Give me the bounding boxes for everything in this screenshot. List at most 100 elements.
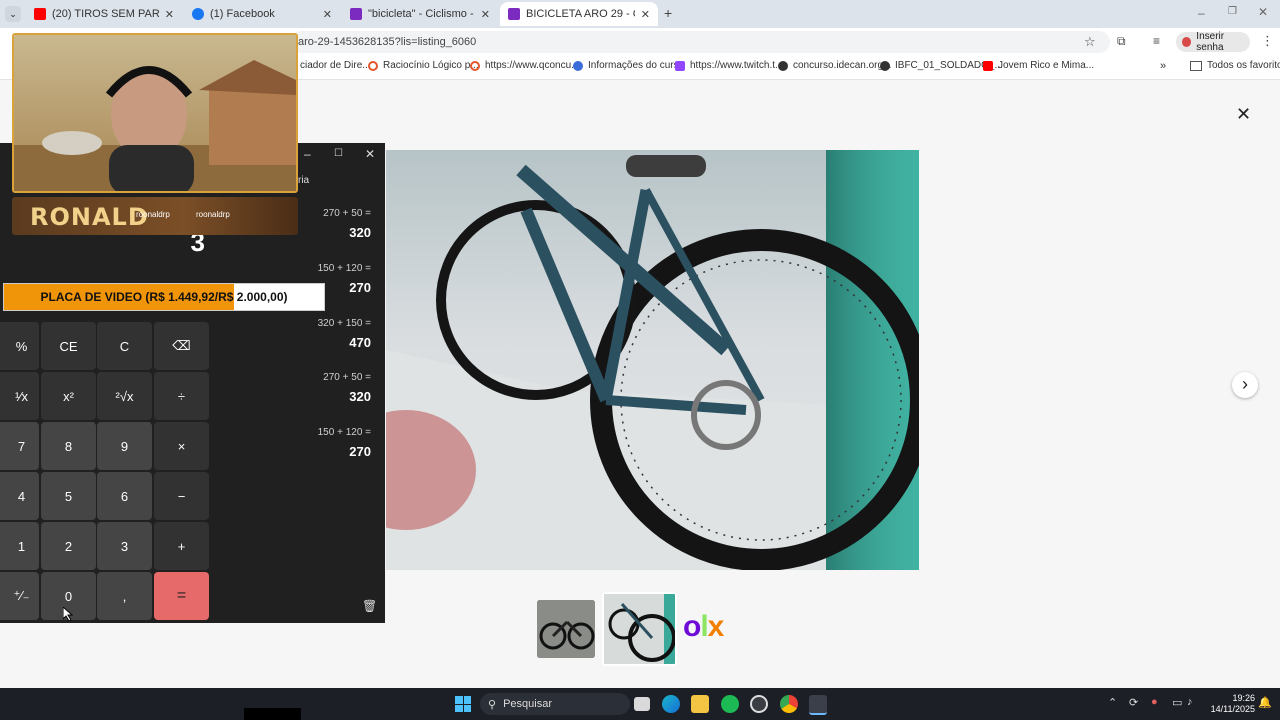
clock[interactable]: 19:26 14/11/2025 <box>1205 693 1255 715</box>
bicycle-photo <box>386 150 919 570</box>
media-icon[interactable]: ≡ <box>1153 34 1160 48</box>
history-result[interactable]: 320 <box>349 225 371 240</box>
clear-entry-key[interactable]: CE <box>41 322 96 370</box>
close-calculator-button[interactable]: ✕ <box>365 147 375 161</box>
microphone-icon[interactable]: ● <box>1151 696 1158 708</box>
extensions-icon[interactable]: ⧉ <box>1117 34 1126 49</box>
digit-4-key[interactable]: 4 <box>0 472 39 520</box>
notifications-icon[interactable]: 🔔 <box>1258 696 1272 709</box>
bookmark-item[interactable]: ciador de Dire... <box>300 60 371 71</box>
key-label: ¹⁄x <box>15 388 28 404</box>
divide-key[interactable]: ÷ <box>154 372 209 420</box>
history-result[interactable]: 320 <box>349 389 371 404</box>
history-expression[interactable]: 320 + 150 = <box>318 318 371 329</box>
close-tab-icon[interactable]: ✕ <box>641 8 650 21</box>
history-result[interactable]: 470 <box>349 335 371 350</box>
spotify-icon[interactable] <box>721 695 739 713</box>
file-explorer-icon[interactable] <box>691 695 709 713</box>
close-tab-icon[interactable]: ✕ <box>481 8 490 21</box>
digit-5-key[interactable]: 5 <box>41 472 96 520</box>
twitch-icon <box>675 60 685 71</box>
tab-olx-listing[interactable]: BICICLETA ARO 29 - Ciclismo - ✕ <box>500 2 658 26</box>
close-tab-icon[interactable]: ✕ <box>165 8 174 21</box>
chrome-icon[interactable] <box>780 695 798 713</box>
negate-key[interactable]: ⁺⁄₋ <box>0 572 39 620</box>
digit-9-key[interactable]: 9 <box>97 422 152 470</box>
search-label: Pesquisar <box>503 698 552 710</box>
history-expression[interactable]: 270 + 50 = <box>323 372 371 383</box>
tab-facebook[interactable]: (1) Facebook ✕ <box>184 2 340 26</box>
show-hidden-icons[interactable]: ⌃ <box>1108 696 1117 709</box>
folder-icon <box>1190 60 1202 71</box>
tab-youtube[interactable]: (20) TIROS SEM PARAR! Perseg ✕ <box>26 2 182 26</box>
key-label: 7 <box>17 438 26 454</box>
minimize-window-button[interactable]: – <box>1198 6 1205 20</box>
close-window-button[interactable]: ✕ <box>1258 5 1268 19</box>
digit-8-key[interactable]: 8 <box>41 422 96 470</box>
next-image-button[interactable]: › <box>1232 372 1258 398</box>
key-label: % <box>15 338 28 354</box>
add-key[interactable]: + <box>154 522 209 570</box>
backspace-key[interactable]: ⌫ <box>154 322 209 370</box>
history-expression[interactable]: 270 + 50 = <box>323 208 371 219</box>
globe-icon <box>880 60 890 71</box>
bookmark-item[interactable]: https://www.qconcu... <box>470 60 580 71</box>
clear-key[interactable]: C <box>97 322 152 370</box>
history-result[interactable]: 270 <box>349 444 371 459</box>
task-view-icon[interactable] <box>634 697 650 711</box>
clock-time: 19:26 <box>1232 693 1255 703</box>
star-icon[interactable]: ☆ <box>1084 34 1096 50</box>
bookmark-icon <box>470 60 480 71</box>
subtract-key[interactable]: − <box>154 472 209 520</box>
obs-icon[interactable] <box>750 695 768 713</box>
tab-search-button[interactable]: ⌄ <box>5 6 21 22</box>
digit-3-key[interactable]: 3 <box>97 522 152 570</box>
tab-olx-search[interactable]: "bicicleta" - Ciclismo - Campina ✕ <box>342 2 498 26</box>
password-button[interactable]: Inserir senha <box>1176 31 1250 53</box>
sync-icon[interactable]: ⟳ <box>1129 696 1138 709</box>
thumbnail-2[interactable] <box>602 592 677 666</box>
decimal-key[interactable]: , <box>97 572 152 620</box>
digit-1-key[interactable]: 1 <box>0 522 39 570</box>
digit-6-key[interactable]: 6 <box>97 472 152 520</box>
history-expression[interactable]: 150 + 120 = <box>318 427 371 438</box>
multiply-key[interactable]: × <box>154 422 209 470</box>
thumbnail-1[interactable] <box>537 600 595 658</box>
bookmark-item[interactable]: Informações do curso <box>573 60 684 71</box>
address-bar[interactable]: aro-29-1453628135?lis=listing_6060 <box>290 31 1110 53</box>
trash-icon[interactable]: 🗑 <box>362 599 377 613</box>
taskbar-search-box[interactable]: ⚲ Pesquisar <box>480 693 630 715</box>
volume-icon[interactable]: ♪ <box>1187 696 1193 708</box>
percent-key[interactable]: % <box>0 322 39 370</box>
digit-2-key[interactable]: 2 <box>41 522 96 570</box>
close-tab-icon[interactable]: ✕ <box>323 8 332 21</box>
start-button[interactable] <box>455 696 471 712</box>
close-gallery-button[interactable]: ✕ <box>1236 104 1251 125</box>
new-tab-button[interactable]: + <box>664 5 672 21</box>
bookmark-item[interactable]: https://www.twitch.t... <box>675 60 783 71</box>
square-root-key[interactable]: ²√x <box>97 372 152 420</box>
maximize-calculator-button[interactable]: ☐ <box>334 148 343 159</box>
digit-7-key[interactable]: 7 <box>0 422 39 470</box>
windows-logo-icon <box>455 696 463 704</box>
maximize-window-button[interactable]: ❐ <box>1228 6 1237 17</box>
square-key[interactable]: x² <box>41 372 96 420</box>
reciprocal-key[interactable]: ¹⁄x <box>0 372 39 420</box>
minimize-calculator-button[interactable]: – <box>304 147 311 161</box>
tab-title: (1) Facebook <box>210 8 275 20</box>
more-bookmarks-icon[interactable]: » <box>1160 60 1166 72</box>
bookmark-item[interactable]: Jovem Rico e Mima... <box>983 60 1094 71</box>
all-bookmarks-button[interactable]: Todos os favoritos <box>1190 60 1280 71</box>
equals-key[interactable]: = <box>154 572 209 620</box>
history-expression[interactable]: 150 + 120 = <box>318 263 371 274</box>
history-result[interactable]: 270 <box>349 280 371 295</box>
network-icon[interactable]: ▭ <box>1172 696 1182 709</box>
menu-icon[interactable]: ⋮ <box>1261 33 1274 49</box>
streamer-banner: RONALD roonaldrp roonaldrp <box>12 197 298 235</box>
calculator-icon[interactable] <box>809 695 827 715</box>
bookmark-item[interactable]: concurso.idecan.org... <box>778 60 891 71</box>
history-tab[interactable]: ria <box>298 175 309 186</box>
edge-icon[interactable] <box>662 695 680 713</box>
bookmark-label: ciador de Dire... <box>300 60 371 71</box>
bookmark-item[interactable]: Raciocínio Lógico p... <box>368 60 479 71</box>
